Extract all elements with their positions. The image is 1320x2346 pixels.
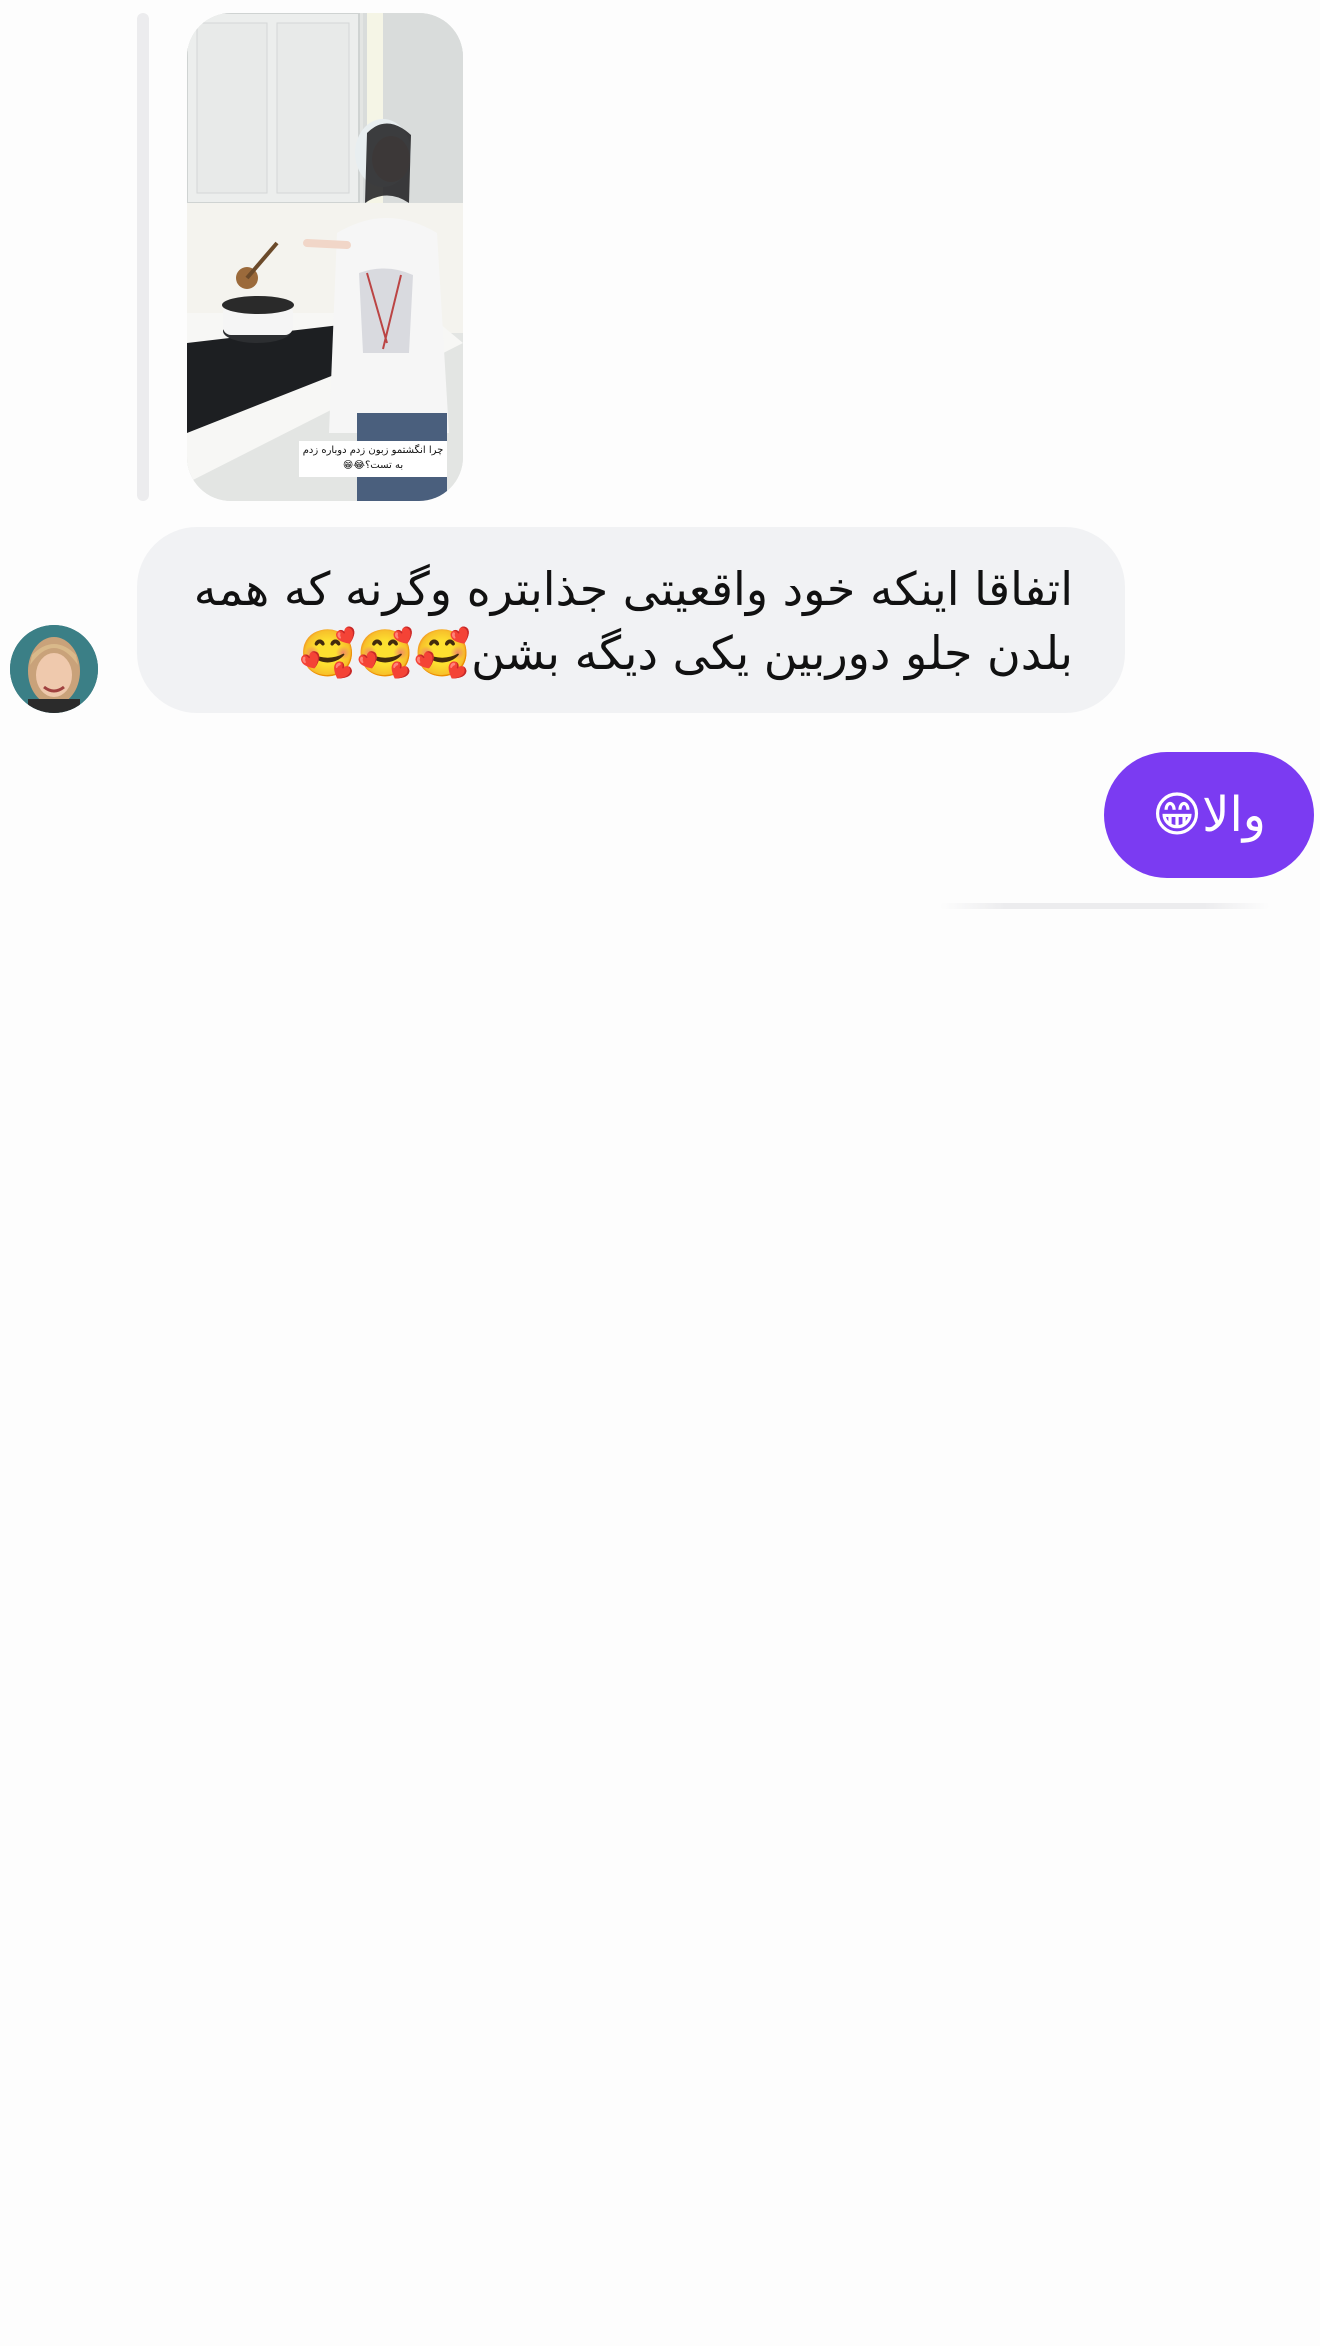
sender-avatar[interactable] <box>10 625 98 713</box>
shared-media-thumbnail[interactable]: چرا انگشتمو زبون زدم دوباره زدم به تست؟😂… <box>187 13 463 501</box>
outgoing-message-bubble[interactable]: والا😁 <box>1104 752 1314 878</box>
seen-divider <box>940 903 1270 909</box>
avatar-photo <box>10 625 98 713</box>
incoming-message-line: بلدن جلو دوربین یکی دیگه بشن🥰🥰🥰 <box>299 626 1073 680</box>
reply-indicator-bar <box>137 13 149 501</box>
incoming-message-bubble[interactable]: اتفاقا اینکه خود واقعیتی جذابتره وگرنه ک… <box>137 527 1125 713</box>
kitchen-photo-illustration <box>187 13 463 501</box>
media-caption-sticker: چرا انگشتمو زبون زدم دوباره زدم به تست؟😂… <box>299 441 447 477</box>
incoming-message-line: اتفاقا اینکه خود واقعیتی جذابتره وگرنه ک… <box>193 562 1073 616</box>
